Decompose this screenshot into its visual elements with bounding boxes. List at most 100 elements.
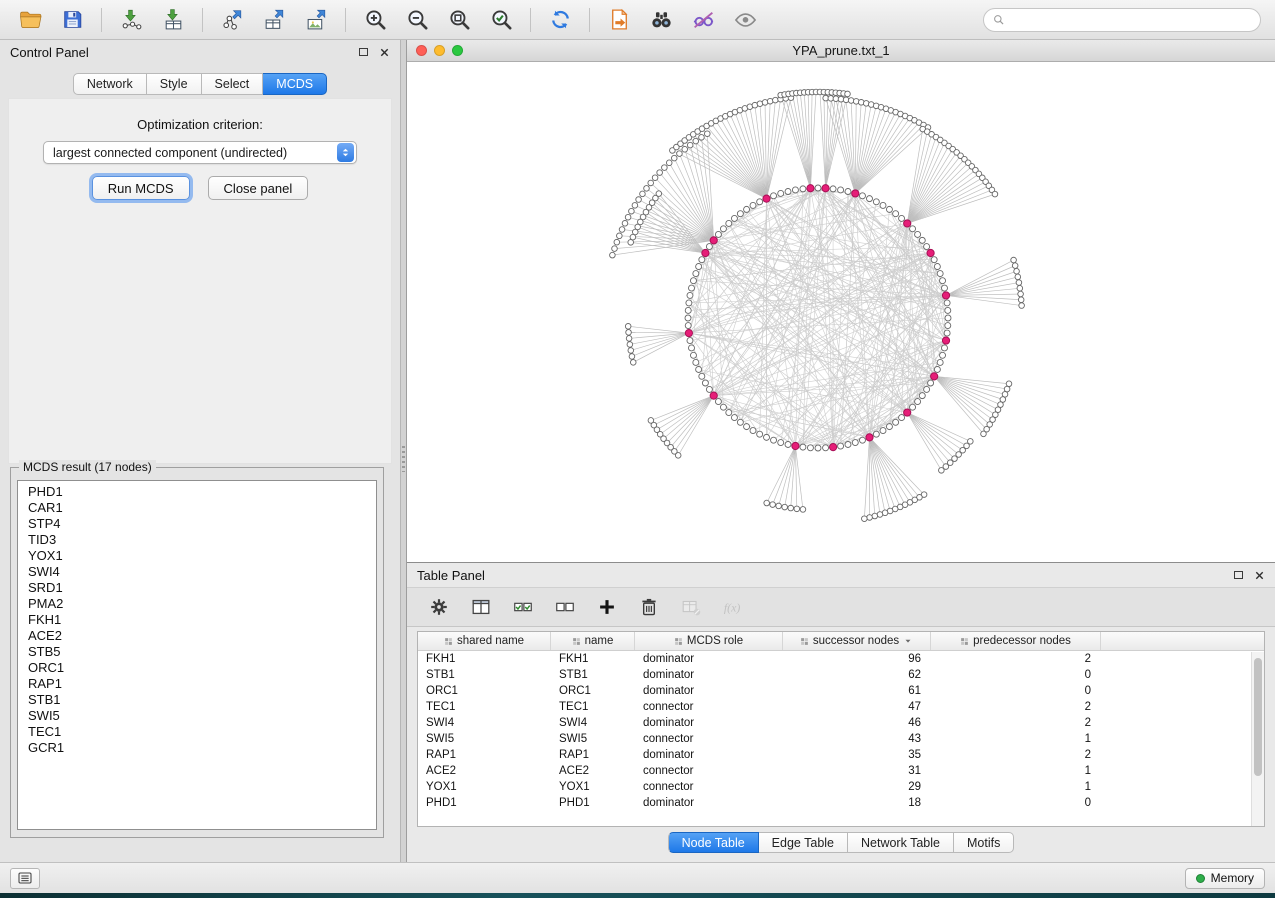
refresh-view-button[interactable] — [540, 4, 580, 36]
cell-successor-nodes[interactable]: 31 — [783, 763, 931, 779]
cell-shared-name[interactable]: SWI5 — [418, 731, 551, 747]
result-node-item[interactable]: STP4 — [28, 516, 376, 532]
cell-mcds-role[interactable]: dominator — [635, 795, 783, 811]
cell-predecessor-nodes[interactable]: 2 — [931, 715, 1101, 731]
search-box[interactable] — [983, 8, 1261, 32]
close-control-panel-button[interactable] — [379, 47, 390, 58]
open-file-button[interactable] — [10, 4, 50, 36]
zoom-out-button[interactable] — [397, 4, 437, 36]
run-mcds-button[interactable]: Run MCDS — [92, 176, 190, 200]
panel-splitter[interactable] — [400, 40, 407, 862]
cell-successor-nodes[interactable]: 35 — [783, 747, 931, 763]
cell-successor-nodes[interactable]: 18 — [783, 795, 931, 811]
import-table-disabled-button[interactable] — [675, 592, 707, 622]
cell-successor-nodes[interactable]: 46 — [783, 715, 931, 731]
import-network-button[interactable] — [111, 4, 151, 36]
table-row[interactable]: ACE2ACE2connector311 — [418, 763, 1264, 779]
tab-motifs[interactable]: Motifs — [954, 832, 1014, 853]
cell-name[interactable]: YOX1 — [551, 779, 635, 795]
cell-shared-name[interactable]: ORC1 — [418, 683, 551, 699]
zoom-in-button[interactable] — [355, 4, 395, 36]
save-session-button[interactable] — [52, 4, 92, 36]
export-document-button[interactable] — [599, 4, 639, 36]
cell-mcds-role[interactable]: dominator — [635, 683, 783, 699]
cell-name[interactable]: SWI4 — [551, 715, 635, 731]
cell-name[interactable]: FKH1 — [551, 651, 635, 667]
table-row[interactable]: SWI4SWI4dominator462 — [418, 715, 1264, 731]
table-row[interactable]: FKH1FKH1dominator962 — [418, 651, 1264, 667]
result-node-item[interactable]: GCR1 — [28, 740, 376, 756]
result-node-item[interactable]: PHD1 — [28, 484, 376, 500]
close-table-panel-button[interactable] — [1254, 570, 1265, 581]
mcds-result-list[interactable]: PHD1CAR1STP4TID3YOX1SWI4SRD1PMA2FKH1ACE2… — [17, 480, 377, 830]
tab-select[interactable]: Select — [202, 73, 264, 95]
memory-button[interactable]: Memory — [1185, 868, 1265, 889]
result-node-item[interactable]: SWI4 — [28, 564, 376, 580]
cell-shared-name[interactable]: YOX1 — [418, 779, 551, 795]
network-canvas[interactable] — [407, 62, 1275, 562]
cell-predecessor-nodes[interactable]: 2 — [931, 699, 1101, 715]
window-zoom-button[interactable] — [452, 45, 463, 56]
result-node-item[interactable]: ORC1 — [28, 660, 376, 676]
zoom-selected-button[interactable] — [481, 4, 521, 36]
window-minimize-button[interactable] — [434, 45, 445, 56]
cell-mcds-role[interactable]: dominator — [635, 715, 783, 731]
export-network-button[interactable] — [212, 4, 252, 36]
table-row[interactable]: YOX1YOX1connector291 — [418, 779, 1264, 795]
result-node-item[interactable]: TEC1 — [28, 724, 376, 740]
import-table-button[interactable] — [153, 4, 193, 36]
search-network-button[interactable] — [641, 4, 681, 36]
function-builder-button[interactable]: f(x) — [717, 592, 749, 622]
cell-predecessor-nodes[interactable]: 2 — [931, 651, 1101, 667]
result-node-item[interactable]: PMA2 — [28, 596, 376, 612]
deselect-all-button[interactable] — [549, 592, 581, 622]
search-input[interactable] — [1012, 13, 1252, 27]
result-node-item[interactable]: CAR1 — [28, 500, 376, 516]
export-table-button[interactable] — [254, 4, 294, 36]
table-row[interactable]: STB1STB1dominator620 — [418, 667, 1264, 683]
cell-mcds-role[interactable]: connector — [635, 699, 783, 715]
cell-predecessor-nodes[interactable]: 0 — [931, 795, 1101, 811]
graphics-details-button[interactable] — [683, 4, 723, 36]
cell-name[interactable]: RAP1 — [551, 747, 635, 763]
optimization-criterion-select[interactable]: largest connected component (undirected) — [43, 141, 357, 164]
cell-name[interactable]: SWI5 — [551, 731, 635, 747]
cell-shared-name[interactable]: TEC1 — [418, 699, 551, 715]
column-header-shared-name[interactable]: shared name — [418, 632, 551, 650]
cell-mcds-role[interactable]: dominator — [635, 747, 783, 763]
cell-successor-nodes[interactable]: 62 — [783, 667, 931, 683]
cell-mcds-role[interactable]: connector — [635, 779, 783, 795]
cell-successor-nodes[interactable]: 29 — [783, 779, 931, 795]
table-row[interactable]: ORC1ORC1dominator610 — [418, 683, 1264, 699]
cell-shared-name[interactable]: FKH1 — [418, 651, 551, 667]
table-row[interactable]: PHD1PHD1dominator180 — [418, 795, 1264, 811]
export-image-button[interactable] — [296, 4, 336, 36]
column-header-successor-nodes[interactable]: successor nodes — [783, 632, 931, 650]
cell-shared-name[interactable]: STB1 — [418, 667, 551, 683]
cell-predecessor-nodes[interactable]: 0 — [931, 683, 1101, 699]
cell-predecessor-nodes[interactable]: 0 — [931, 667, 1101, 683]
cell-mcds-role[interactable]: dominator — [635, 667, 783, 683]
tab-network[interactable]: Network — [73, 73, 147, 95]
cell-shared-name[interactable]: PHD1 — [418, 795, 551, 811]
float-panel-button[interactable] — [359, 48, 368, 56]
show-hide-button[interactable] — [725, 4, 765, 36]
cell-predecessor-nodes[interactable]: 1 — [931, 763, 1101, 779]
cell-name[interactable]: ORC1 — [551, 683, 635, 699]
cell-successor-nodes[interactable]: 47 — [783, 699, 931, 715]
select-all-button[interactable] — [507, 592, 539, 622]
close-panel-button[interactable]: Close panel — [208, 176, 309, 200]
result-node-item[interactable]: SRD1 — [28, 580, 376, 596]
tab-network-table[interactable]: Network Table — [848, 832, 954, 853]
result-node-item[interactable]: SWI5 — [28, 708, 376, 724]
column-header-predecessor-nodes[interactable]: predecessor nodes — [931, 632, 1101, 650]
network-window-titlebar[interactable]: YPA_prune.txt_1 — [407, 40, 1275, 62]
cell-shared-name[interactable]: SWI4 — [418, 715, 551, 731]
column-settings-button[interactable] — [423, 592, 455, 622]
tab-mcds[interactable]: MCDS — [263, 73, 327, 95]
scrollbar-thumb[interactable] — [1254, 658, 1262, 776]
add-row-button[interactable] — [591, 592, 623, 622]
cell-name[interactable]: STB1 — [551, 667, 635, 683]
result-node-item[interactable]: YOX1 — [28, 548, 376, 564]
show-columns-button[interactable] — [465, 592, 497, 622]
